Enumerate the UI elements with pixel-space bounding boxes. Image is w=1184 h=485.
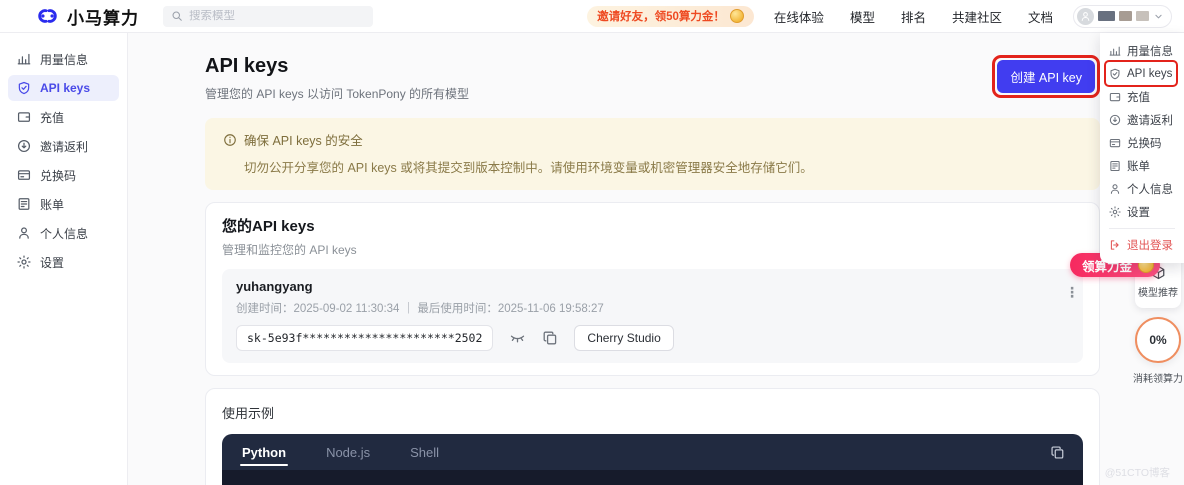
nav-item-docs[interactable]: 文档	[1028, 7, 1053, 26]
menu-item-profile[interactable]: 个人信息	[1109, 177, 1175, 200]
progress-value: 0%	[1149, 333, 1167, 347]
logout-icon	[1109, 239, 1121, 251]
wallet-icon	[1109, 91, 1121, 103]
menu-item-bills[interactable]: 账单	[1109, 154, 1175, 177]
page-head: API keys 管理您的 API keys 以访问 TokenPony 的所有…	[205, 55, 1100, 102]
logo-text: 小马算力	[67, 8, 139, 28]
tab-shell[interactable]: Shell	[408, 434, 441, 470]
user-menu-trigger[interactable]	[1073, 4, 1172, 28]
invite-circle-icon	[1109, 114, 1121, 126]
avatar	[1077, 7, 1094, 25]
nav-item-community[interactable]: 共建社区	[952, 7, 1002, 26]
sidebar-item-recharge[interactable]: 充值	[8, 104, 119, 130]
copy-icon	[542, 330, 558, 346]
api-keys-card: 您的API keys 管理和监控您的 API keys yuhangyang 创…	[205, 202, 1100, 376]
bar-chart-icon	[17, 52, 31, 66]
menu-item-settings[interactable]: 设置	[1109, 200, 1175, 223]
page-head-text: API keys 管理您的 API keys 以访问 TokenPony 的所有…	[205, 55, 469, 102]
bill-icon	[17, 197, 31, 211]
copy-key-button[interactable]	[542, 330, 558, 346]
watermark: @51CTO博客	[1104, 467, 1170, 479]
code-tabbar: Python Node.js Shell	[222, 434, 1083, 470]
logo-icon	[36, 8, 59, 24]
menu-item-recharge[interactable]: 充值	[1109, 85, 1175, 108]
copy-code-button[interactable]	[1050, 445, 1065, 460]
eye-off-icon	[509, 330, 526, 346]
sidebar-item-profile[interactable]: 个人信息	[8, 220, 119, 246]
page-subtitle: 管理您的 API keys 以访问 TokenPony 的所有模型	[205, 87, 470, 101]
bill-icon	[1109, 160, 1121, 172]
keys-section-subtitle: 管理和监控您的 API keys	[222, 243, 357, 257]
nav-item-models[interactable]: 模型	[850, 7, 875, 26]
menu-item-usage[interactable]: 用量信息	[1109, 39, 1175, 62]
menu-item-logout[interactable]: 退出登录	[1109, 233, 1175, 256]
shield-check-icon	[17, 81, 31, 95]
usage-title: 使用示例	[222, 406, 275, 421]
tab-python[interactable]: Python	[240, 434, 289, 470]
promo-text: 邀请好友，领50算力金！	[597, 11, 725, 23]
logo[interactable]: 小马算力	[36, 4, 139, 29]
security-warning-banner: 确保 API keys 的安全 切勿公开分享您的 API keys 或将其提交到…	[205, 118, 1100, 190]
warning-body: 切勿公开分享您的 API keys 或将其提交到版本控制中。请使用环境变量或机密…	[244, 161, 813, 175]
user-dropdown-menu: 用量信息 API keys 充值 邀请返利 兑换码 账单 个人信息 设置 退出登…	[1100, 33, 1184, 263]
page-title: API keys	[205, 55, 289, 77]
sidebar-item-usage[interactable]: 用量信息	[8, 46, 119, 72]
invite-circle-icon	[17, 139, 31, 153]
api-key-row: yuhangyang 创建时间：2025-09-02 11:30:34 ｜ 最后…	[222, 269, 1083, 363]
keys-section-title: 您的API keys	[222, 218, 315, 235]
menu-item-redeem-code[interactable]: 兑换码	[1109, 131, 1175, 154]
menu-divider	[1109, 228, 1175, 229]
search-icon	[171, 10, 183, 22]
main-content: API keys 管理您的 API keys 以访问 TokenPony 的所有…	[128, 33, 1184, 485]
usage-example-card: 使用示例 Python Node.js Shell 1# Please inst…	[205, 388, 1100, 485]
api-key-meta: 创建时间：2025-09-02 11:30:34 ｜ 最后使用时间：2025-1…	[236, 303, 604, 315]
shield-check-icon	[1109, 68, 1121, 80]
progress-label: 消耗领算力	[1133, 374, 1183, 385]
reveal-key-button[interactable]	[509, 330, 526, 346]
redeem-card-icon	[17, 168, 31, 182]
person-icon	[17, 226, 31, 240]
nav-item-playground[interactable]: 在线体验	[774, 7, 824, 26]
person-icon	[1109, 183, 1121, 195]
sidebar-item-settings[interactable]: 设置	[8, 249, 119, 275]
model-search[interactable]	[163, 5, 373, 27]
warning-title: 确保 API keys 的安全	[244, 134, 363, 148]
cherry-studio-button[interactable]: Cherry Studio	[574, 325, 674, 351]
sidebar-item-referral[interactable]: 邀请返利	[8, 133, 119, 159]
search-input[interactable]	[189, 10, 365, 22]
top-nav: 在线体验 模型 排名 共建社区 文档	[774, 7, 1053, 26]
invite-promo-badge[interactable]: 邀请好友，领50算力金！	[587, 5, 754, 27]
gear-icon	[17, 255, 31, 269]
api-key-name: yuhangyang	[236, 279, 313, 294]
coin-icon	[729, 9, 744, 23]
sidebar-item-redeem-code[interactable]: 兑换码	[8, 162, 119, 188]
compute-progress-circle[interactable]: 0%	[1135, 317, 1181, 363]
sidebar-item-api-keys[interactable]: API keys	[8, 75, 119, 101]
annotation-box-create-button: 创建 API key	[992, 55, 1100, 98]
menu-item-referral[interactable]: 邀请返利	[1109, 108, 1175, 131]
key-actions-menu-button[interactable]: ⋮	[1065, 285, 1079, 299]
info-icon	[223, 133, 237, 147]
username-redacted	[1098, 11, 1115, 21]
bar-chart-icon	[1109, 45, 1121, 57]
gear-icon	[1109, 205, 1121, 218]
wallet-icon	[17, 110, 31, 124]
code-body: 1# Please install OpenAI SDK first: `pip…	[222, 470, 1083, 485]
masked-key-value: sk-5e93f**********************2502	[236, 325, 494, 351]
code-block: Python Node.js Shell 1# Please install O…	[222, 434, 1083, 485]
sidebar: 用量信息 API keys 充值 邀请返利 兑换码 账单 个人信息 设置	[0, 33, 128, 485]
top-header: 小马算力 邀请好友，领50算力金！ 在线体验 模型 排名 共建社区 文档	[0, 0, 1184, 33]
nav-item-ranking[interactable]: 排名	[901, 7, 926, 26]
chevron-down-icon	[1153, 11, 1164, 22]
menu-item-api-keys[interactable]: API keys	[1104, 60, 1178, 87]
tab-nodejs[interactable]: Node.js	[324, 434, 372, 470]
redeem-card-icon	[1109, 137, 1121, 149]
create-api-key-button[interactable]: 创建 API key	[997, 60, 1095, 93]
sidebar-item-bills[interactable]: 账单	[8, 191, 119, 217]
